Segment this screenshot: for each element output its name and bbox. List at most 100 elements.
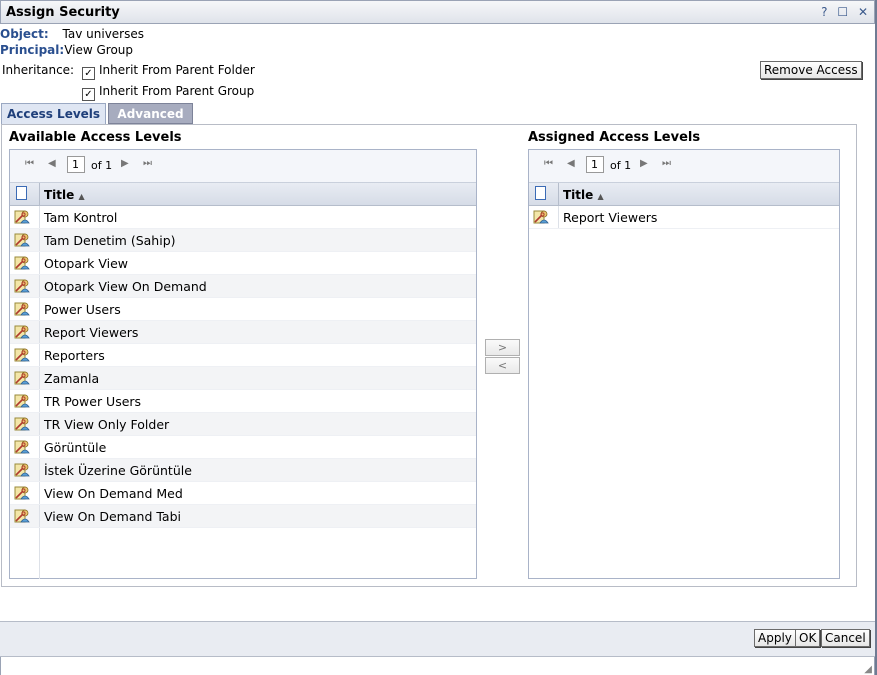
access-level-icon [14, 254, 31, 271]
table-row[interactable]: Tam Denetim (Sahip) [10, 229, 476, 252]
sort-asc-icon: ▲ [597, 192, 604, 201]
principal-value: View Group [64, 43, 134, 57]
access-level-icon [14, 277, 31, 294]
inheritance-label: Inheritance: [2, 63, 75, 77]
inherit-folder-label: Inherit From Parent Folder [99, 63, 255, 77]
access-level-title: İstek Üzerine Görüntüle [44, 463, 192, 478]
access-level-icon [14, 300, 31, 317]
table-row[interactable]: İstek Üzerine Görüntüle [10, 459, 476, 482]
table-row[interactable]: Reporters [10, 344, 476, 367]
last-page-icon[interactable]: ⏭ [662, 158, 671, 169]
access-level-title: Otopark View [44, 256, 128, 271]
access-level-title: Tam Kontrol [44, 210, 118, 225]
access-level-title: TR Power Users [44, 394, 142, 409]
table-row[interactable]: TR View Only Folder [10, 413, 476, 436]
table-row[interactable]: Report Viewers [529, 206, 839, 229]
object-value: Tav universes [62, 27, 144, 41]
available-page-count: of 1 [91, 159, 113, 172]
assigned-page-input[interactable]: 1 [586, 156, 604, 173]
last-page-icon[interactable]: ⏭ [143, 158, 152, 169]
available-title: Available Access Levels [9, 130, 182, 145]
access-level-title: View On Demand Med [44, 486, 183, 501]
table-row[interactable]: Power Users [10, 298, 476, 321]
remove-access-level-button[interactable]: < [485, 357, 520, 374]
ok-button[interactable]: OK [795, 629, 821, 647]
table-row[interactable]: Tam Kontrol [10, 206, 476, 229]
access-level-icon [14, 369, 31, 386]
access-level-title: Görüntüle [44, 440, 107, 455]
help-icon[interactable]: ? [821, 5, 827, 19]
table-row[interactable]: TR Power Users [10, 390, 476, 413]
table-row[interactable]: Zamanla [10, 367, 476, 390]
maximize-icon[interactable]: ☐ [837, 5, 848, 19]
sort-asc-icon: ▲ [78, 192, 85, 201]
table-row[interactable]: Report Viewers [10, 321, 476, 344]
access-level-icon [14, 461, 31, 478]
window-controls: ? ☐ ✕ [815, 5, 868, 19]
available-pager: ⏮ ◀ 1 of 1 ▶ ⏭ [10, 150, 476, 183]
title-column-header[interactable]: Title ▲ [563, 188, 604, 202]
object-row: Object: Tav universes [0, 27, 144, 41]
prev-page-icon[interactable]: ◀ [48, 158, 56, 169]
access-level-icon [14, 415, 31, 432]
object-label: Object: [0, 27, 49, 41]
close-icon[interactable]: ✕ [858, 5, 868, 19]
table-row[interactable]: View On Demand Tabi [10, 505, 476, 528]
access-level-title: Report Viewers [44, 325, 139, 340]
access-level-title: Otopark View On Demand [44, 279, 207, 294]
next-page-icon[interactable]: ▶ [640, 158, 648, 169]
assigned-list: ⏮ ◀ 1 of 1 ▶ ⏭ Title ▲ Report Viewers [528, 149, 840, 579]
tab-access-levels[interactable]: Access Levels [1, 103, 106, 124]
access-level-title: Tam Denetim (Sahip) [44, 233, 176, 248]
available-grid-header: Title ▲ [10, 183, 476, 206]
inherit-group-checkbox[interactable]: ✓ [82, 88, 95, 101]
table-row[interactable]: Görüntüle [10, 436, 476, 459]
available-list: ⏮ ◀ 1 of 1 ▶ ⏭ Title ▲ Tam Kontrol Tam De… [9, 149, 477, 579]
assigned-pager: ⏮ ◀ 1 of 1 ▶ ⏭ [529, 150, 839, 183]
access-level-icon [14, 438, 31, 455]
access-level-icon [14, 484, 31, 501]
table-row[interactable]: View On Demand Med [10, 482, 476, 505]
status-bar: ◢ [0, 657, 875, 675]
available-grid-body: Tam Kontrol Tam Denetim (Sahip) Otopark Vi… [10, 206, 476, 528]
resize-grip-icon[interactable]: ◢ [864, 664, 872, 675]
dialog-titlebar: Assign Security ? ☐ ✕ [0, 0, 875, 24]
document-icon [16, 186, 27, 200]
inherit-group-label: Inherit From Parent Group [99, 84, 255, 98]
title-column-header[interactable]: Title ▲ [44, 188, 85, 202]
available-page-input[interactable]: 1 [67, 156, 85, 173]
access-level-icon [14, 231, 31, 248]
next-page-icon[interactable]: ▶ [121, 158, 129, 169]
inherit-folder-option[interactable]: ✓ Inherit From Parent Folder [82, 63, 255, 80]
access-level-title: View On Demand Tabi [44, 509, 181, 524]
inherit-group-option[interactable]: ✓ Inherit From Parent Group [82, 84, 254, 101]
prev-page-icon[interactable]: ◀ [567, 158, 575, 169]
first-page-icon[interactable]: ⏮ [25, 158, 34, 169]
access-level-title: Power Users [44, 302, 121, 317]
access-level-icon [14, 346, 31, 363]
access-level-title: Report Viewers [563, 210, 658, 225]
access-level-icon [14, 323, 31, 340]
table-row[interactable]: Otopark View [10, 252, 476, 275]
add-access-button[interactable]: > [485, 339, 520, 356]
first-page-icon[interactable]: ⏮ [544, 158, 553, 169]
access-level-title: TR View Only Folder [44, 417, 170, 432]
principal-label: Principal: [0, 43, 65, 57]
dialog-footer: Apply OK Cancel [0, 621, 875, 657]
remove-access-button[interactable]: Remove Access [760, 61, 862, 79]
access-level-icon [14, 507, 31, 524]
assigned-grid-header: Title ▲ [529, 183, 839, 206]
dialog-title: Assign Security [6, 5, 120, 20]
assigned-title: Assigned Access Levels [528, 130, 701, 145]
cancel-button[interactable]: Cancel [821, 629, 870, 647]
access-level-icon [14, 208, 31, 225]
access-level-title: Zamanla [44, 371, 100, 386]
tab-advanced[interactable]: Advanced [108, 103, 193, 124]
access-level-icon [533, 208, 550, 225]
access-level-icon [14, 392, 31, 409]
inherit-folder-checkbox[interactable]: ✓ [82, 67, 95, 80]
assigned-page-count: of 1 [610, 159, 632, 172]
table-row[interactable]: Otopark View On Demand [10, 275, 476, 298]
apply-button[interactable]: Apply [754, 629, 796, 647]
document-icon [535, 186, 546, 200]
